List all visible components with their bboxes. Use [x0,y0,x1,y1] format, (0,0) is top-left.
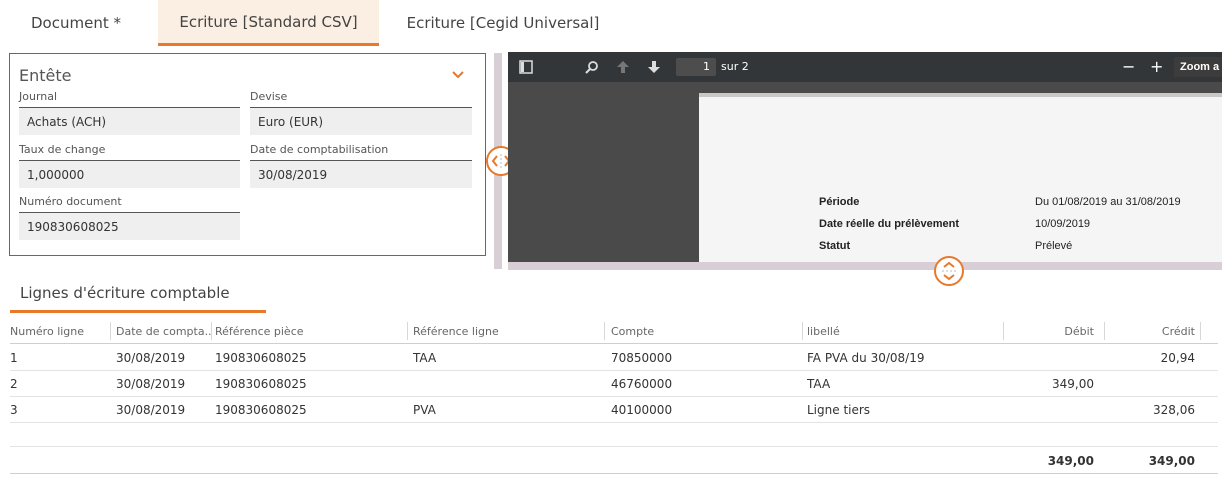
cell-numero-ligne: 2 [10,377,18,391]
chevron-down-icon[interactable] [450,68,466,82]
entete-title: Entête [19,66,72,85]
sidebar-toggle-icon[interactable] [518,59,534,75]
pdf-statut-value: Prélevé [1035,240,1073,252]
next-page-icon[interactable] [646,59,662,75]
pdf-statut-label: Statut [819,240,851,252]
date-comptabilisation-field[interactable]: 30/08/2019 [250,160,472,188]
vertical-resize-handle[interactable] [934,256,964,286]
table-row[interactable]: 3 30/08/2019 190830608025 PVA 40100000 L… [10,397,1218,423]
column-header-debit[interactable]: Débit [1010,325,1094,338]
column-separator[interactable] [110,322,111,340]
cell-reference-piece: 190830608025 [215,403,307,417]
resize-vertical-icon [942,261,956,281]
cell-date-compta: 30/08/2019 [116,351,186,365]
table-row[interactable]: 1 30/08/2019 190830608025 TAA 70850000 F… [10,345,1218,371]
page-total: sur 2 [721,60,749,73]
table-row[interactable]: 2 30/08/2019 190830608025 46760000 TAA 3… [10,371,1218,397]
cell-numero-ligne: 1 [10,351,18,365]
cell-reference-ligne: TAA [413,351,437,365]
column-header-credit[interactable]: Crédit [1110,325,1195,338]
column-separator[interactable] [407,322,408,340]
tab-document[interactable]: Document * [14,0,138,46]
search-icon[interactable] [584,59,600,75]
column-header-compte[interactable]: Compte [611,325,791,338]
journal-field[interactable]: Achats (ACH) [19,107,240,135]
column-header-reference-ligne[interactable]: Référence ligne [413,325,593,338]
cell-reference-piece: 190830608025 [215,351,307,365]
total-credit: 349,00 [1148,454,1195,468]
zoom-in-button[interactable]: + [1150,56,1163,78]
zoom-out-button[interactable]: − [1122,56,1135,78]
total-debit: 349,00 [1047,454,1094,468]
column-header-reference-piece[interactable]: Référence pièce [215,325,395,338]
pdf-periode-value: Du 01/08/2019 au 31/08/2019 [1035,196,1181,208]
column-separator[interactable] [211,322,212,340]
numero-document-label: Numéro document [19,195,122,208]
horizontal-splitter[interactable] [508,262,1222,270]
entete-panel: Entête Journal Achats (ACH) Devise Euro … [9,53,486,256]
previous-page-icon[interactable] [615,59,631,75]
column-header-date-compta[interactable]: Date de compta... [116,325,212,338]
lignes-ecriture-title[interactable]: Lignes d'écriture comptable [20,284,230,302]
empty-row[interactable] [10,423,1218,447]
column-header-libelle[interactable]: libellé [807,325,987,338]
devise-label: Devise [250,90,288,103]
journal-label: Journal [19,90,58,103]
column-separator[interactable] [802,322,803,340]
taux-de-change-field[interactable]: 1,000000 [19,160,240,188]
cell-compte: 40100000 [611,403,673,417]
devise-field[interactable]: Euro (EUR) [250,107,472,135]
tab-bar: Document * Ecriture [Standard CSV] Ecrit… [0,0,1222,46]
date-comptabilisation-label: Date de comptabilisation [250,143,389,156]
cell-reference-piece: 190830608025 [215,377,307,391]
pdf-viewer[interactable]: 1 sur 2 − + Zoom a Période Du 01/08/2019… [508,52,1222,262]
zoom-select[interactable]: Zoom a [1174,57,1222,77]
cell-compte: 46760000 [611,377,673,391]
column-separator[interactable] [1104,322,1105,340]
pdf-date-prelevement-value: 10/09/2019 [1035,218,1091,230]
column-header-numero-ligne[interactable]: Numéro ligne [10,325,106,338]
pdf-date-prelevement-label: Date réelle du prélèvement [819,218,960,230]
cell-debit: 349,00 [1052,377,1094,391]
cell-libelle: FA PVA du 30/08/19 [807,351,925,365]
tab-ecriture-standard-csv[interactable]: Ecriture [Standard CSV] [158,0,379,46]
cell-date-compta: 30/08/2019 [116,403,186,417]
cell-libelle: Ligne tiers [807,403,871,417]
totals-row: 349,00 349,00 [10,448,1218,474]
cell-credit: 328,06 [1153,403,1195,417]
lignes-ecriture-underline [10,310,266,313]
pdf-periode-label: Période [819,196,860,208]
cell-credit: 20,94 [1160,351,1195,365]
cell-numero-ligne: 3 [10,403,18,417]
taux-de-change-label: Taux de change [19,143,106,156]
tab-ecriture-cegid-universal[interactable]: Ecriture [Cegid Universal] [388,0,618,46]
column-separator[interactable] [604,322,605,340]
cell-compte: 70850000 [611,351,673,365]
pdf-toolbar: 1 sur 2 − + Zoom a [508,52,1222,82]
grid-header: Numéro ligne Date de compta... Référence… [10,318,1218,344]
pdf-page: Période Du 01/08/2019 au 31/08/2019 Date… [699,93,1222,262]
cell-libelle: TAA [807,377,831,391]
numero-document-field[interactable]: 190830608025 [19,212,240,240]
cell-reference-ligne: PVA [413,403,436,417]
cell-date-compta: 30/08/2019 [116,377,186,391]
page-number-input[interactable]: 1 [676,58,716,76]
column-separator[interactable] [1003,322,1004,340]
column-separator[interactable] [1200,322,1201,340]
